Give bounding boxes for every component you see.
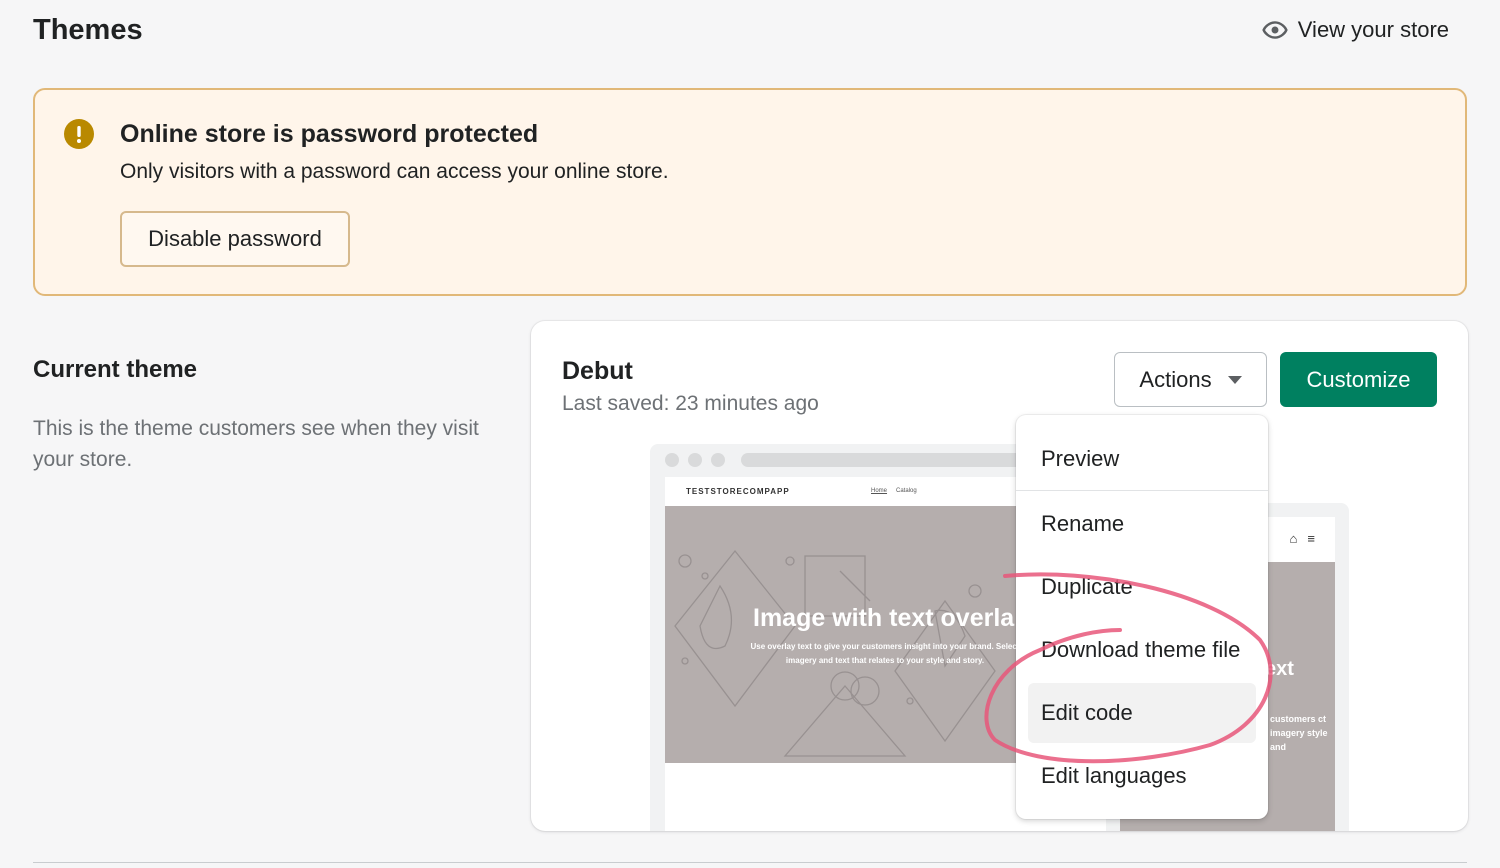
menu-item-preview[interactable]: Preview (1028, 429, 1256, 489)
actions-button[interactable]: Actions (1114, 352, 1267, 407)
warning-icon (64, 119, 94, 149)
preview-hero-title: Image with text overla (753, 604, 1015, 632)
mobile-header-icons: ⌂ ≡ (1290, 531, 1315, 546)
disable-password-button[interactable]: Disable password (120, 211, 350, 267)
preview-nav-item: Catalog (896, 488, 917, 494)
menu-item-edit-languages[interactable]: Edit languages (1028, 746, 1256, 806)
current-theme-card: Debut Last saved: 23 minutes ago Actions… (531, 321, 1468, 831)
cart-icon: ⌂ (1289, 531, 1298, 546)
preview-hero-subtitle: Use overlay text to give your customers … (750, 642, 1020, 665)
password-protection-banner: Online store is password protected Only … (33, 88, 1467, 296)
menu-item-edit-code[interactable]: Edit code (1028, 683, 1256, 743)
theme-name: Debut (562, 357, 633, 385)
menu-item-download-theme-file[interactable]: Download theme file (1028, 620, 1256, 680)
theme-last-saved: Last saved: 23 minutes ago (562, 392, 819, 415)
actions-dropdown-menu: Preview Rename Duplicate Download theme … (1016, 415, 1268, 819)
menu-item-rename[interactable]: Rename (1028, 494, 1256, 554)
preview-store-name: TESTSTORECOMPAPP (686, 487, 790, 496)
caret-down-icon (1227, 375, 1242, 384)
menu-icon: ≡ (1307, 531, 1315, 546)
menu-divider (1016, 490, 1268, 491)
banner-title: Online store is password protected (120, 120, 539, 148)
preview-nav: Home Catalog (871, 488, 917, 494)
eye-icon (1262, 21, 1288, 39)
customize-button[interactable]: Customize (1280, 352, 1437, 407)
view-store-link[interactable]: View your store (1262, 14, 1449, 46)
section-divider (33, 862, 1467, 863)
actions-label: Actions (1139, 366, 1212, 392)
menu-item-duplicate[interactable]: Duplicate (1028, 557, 1256, 617)
section-title: Current theme (33, 356, 198, 383)
banner-text: Only visitors with a password can access… (120, 160, 669, 183)
mobile-hero-title: ext (1265, 658, 1294, 680)
view-store-label: View your store (1297, 17, 1449, 42)
page-title: Themes (33, 14, 143, 46)
preview-nav-item: Home (871, 488, 888, 494)
window-dots (665, 453, 725, 467)
section-description: This is the theme customers see when the… (33, 417, 479, 471)
mobile-hero-subtitle: customers ct imagery style and (1270, 714, 1328, 752)
